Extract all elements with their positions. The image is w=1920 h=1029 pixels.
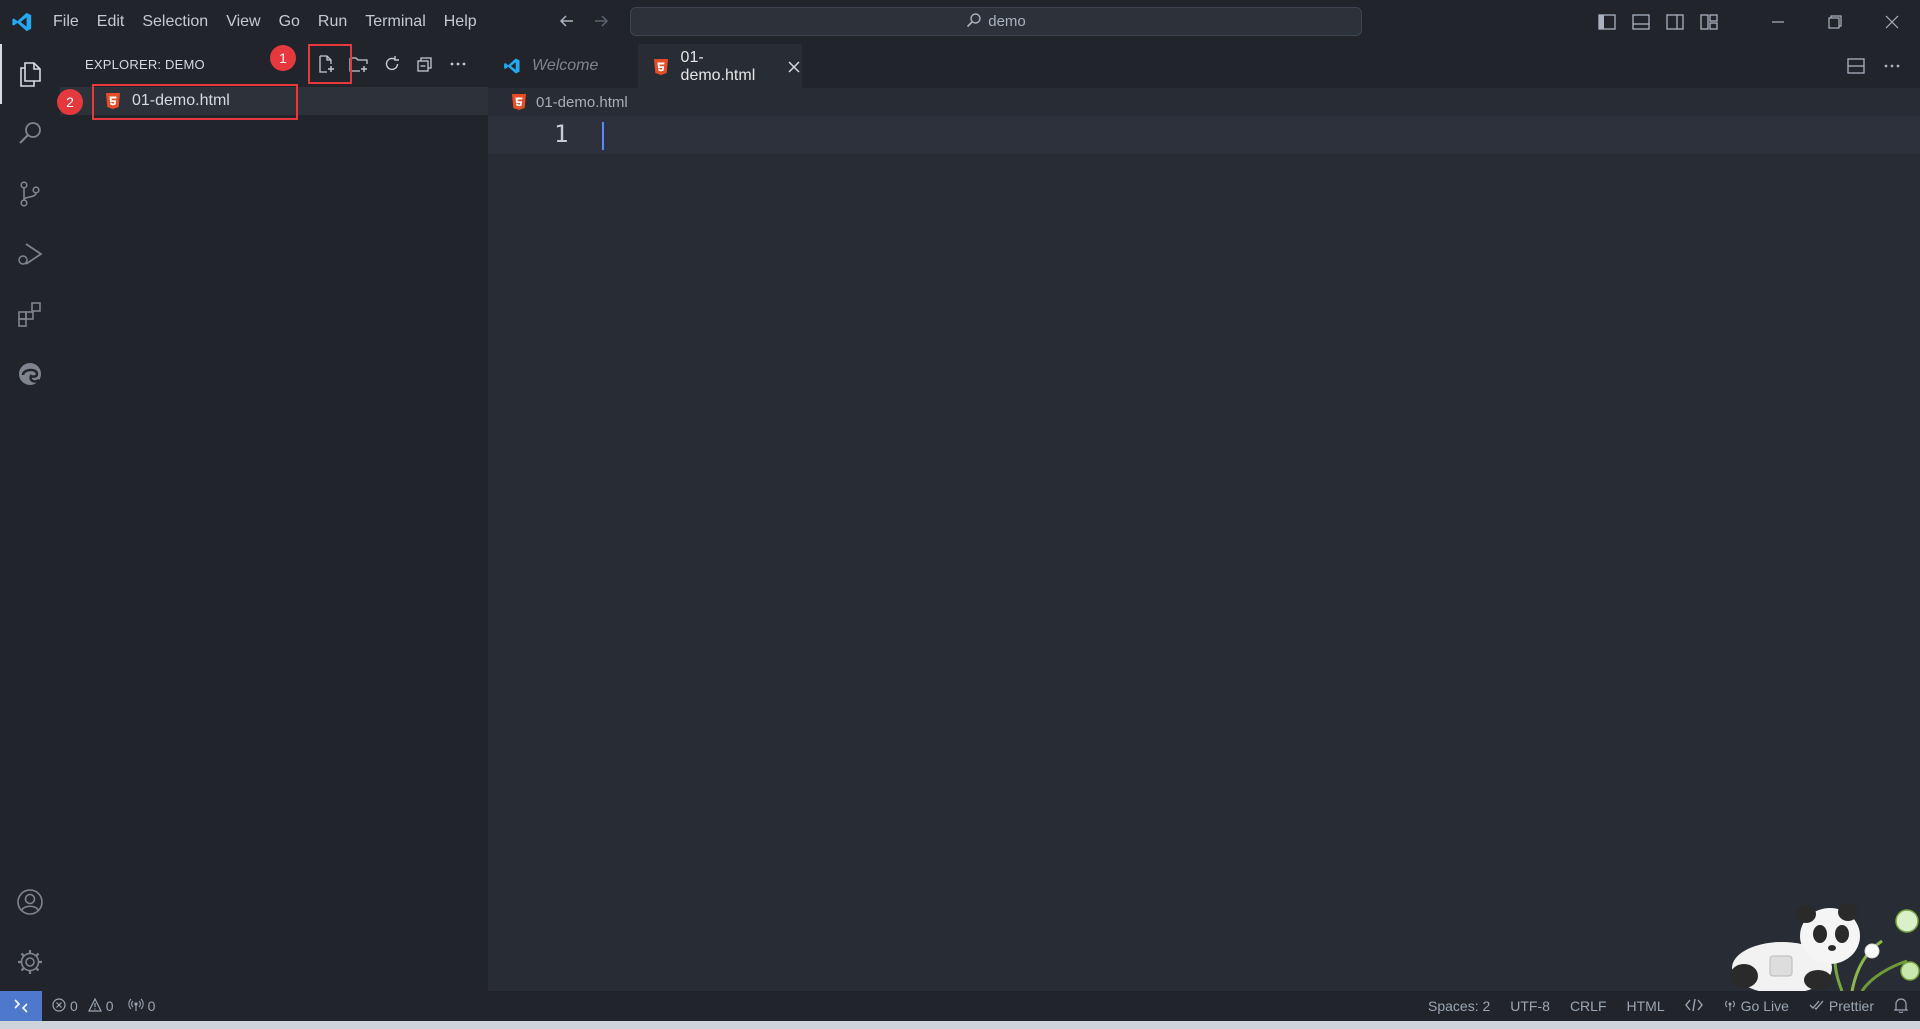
warning-count: 0 (105, 998, 114, 1014)
explorer-sidebar: EXPLORER: DEMO 01-demo.html (60, 44, 488, 991)
tab-label: Welcome (532, 57, 599, 74)
edge-devtools-icon[interactable] (0, 344, 60, 404)
menu-bar: File Edit Selection View Go Run Terminal… (44, 0, 486, 44)
accounts-icon[interactable] (0, 872, 60, 932)
search-icon[interactable] (0, 104, 60, 164)
command-center-label: demo (988, 13, 1026, 30)
customize-layout-icon[interactable] (1699, 12, 1719, 32)
split-editor-icon[interactable] (1846, 56, 1866, 76)
close-tab-icon[interactable] (785, 58, 802, 76)
run-debug-icon[interactable] (0, 224, 60, 284)
prettier-label: Prettier (1828, 998, 1874, 1014)
double-check-icon (1809, 998, 1825, 1014)
search-icon (966, 12, 982, 32)
tab-welcome[interactable]: Welcome (488, 44, 638, 88)
status-bar: 0 0 0 Spaces: 2 UTF-8 CRLF HTML Go Live … (0, 991, 1920, 1021)
tab-label: 01-demo.html (680, 48, 756, 84)
collapse-all-icon[interactable] (414, 53, 435, 74)
highlight-file-box (92, 84, 298, 120)
explorer-icon[interactable] (0, 44, 60, 104)
command-center[interactable]: demo (630, 7, 1362, 36)
explorer-title: EXPLORER: DEMO (85, 57, 205, 72)
menu-view[interactable]: View (217, 0, 269, 44)
warning-icon (87, 997, 102, 1015)
settings-gear-icon[interactable] (0, 932, 60, 992)
language-mode-status[interactable]: HTML (1627, 998, 1665, 1014)
more-actions-icon[interactable] (1882, 56, 1902, 76)
go-live-button[interactable]: Go Live (1723, 998, 1789, 1015)
editor-tab-bar: Welcome 01-demo.html (488, 44, 1920, 88)
text-cursor (602, 122, 604, 150)
go-live-label: Go Live (1740, 998, 1789, 1014)
minimize-icon[interactable] (1749, 0, 1806, 44)
menu-selection[interactable]: Selection (133, 0, 217, 44)
ports-indicator[interactable]: 0 (127, 998, 156, 1015)
tab-01-demo-html[interactable]: 01-demo.html (638, 44, 802, 88)
notifications-bell-icon[interactable] (1893, 997, 1909, 1016)
restore-icon[interactable] (1806, 0, 1863, 44)
html-file-icon (510, 93, 528, 111)
code-editor[interactable]: 1 (488, 116, 1920, 991)
menu-file[interactable]: File (44, 0, 88, 44)
activity-bar (0, 44, 60, 991)
remote-indicator-icon[interactable] (0, 991, 42, 1021)
code-brackets-icon[interactable] (1684, 998, 1703, 1015)
more-actions-icon[interactable] (447, 53, 468, 74)
title-bar-controls (1597, 0, 1920, 44)
line-number: 1 (554, 120, 569, 148)
breadcrumb[interactable]: 01-demo.html (488, 88, 1920, 116)
taskbar-edge (0, 1021, 1920, 1029)
html-file-icon (652, 57, 671, 77)
menu-terminal[interactable]: Terminal (356, 0, 434, 44)
broadcast-icon (127, 998, 144, 1015)
source-control-icon[interactable] (0, 164, 60, 224)
close-window-icon[interactable] (1863, 0, 1920, 44)
breadcrumb-label: 01-demo.html (536, 93, 628, 111)
title-bar: File Edit Selection View Go Run Terminal… (0, 0, 1920, 44)
annotation-badge-2: 2 (57, 89, 83, 115)
ports-count: 0 (147, 998, 156, 1014)
panda-mascot-image (1722, 896, 1920, 996)
menu-go[interactable]: Go (270, 0, 309, 44)
highlight-new-file-box (308, 44, 352, 84)
editor-actions (1846, 56, 1902, 76)
problems-indicator[interactable]: 0 0 (52, 997, 114, 1015)
refresh-icon[interactable] (381, 53, 402, 74)
toggle-primary-sidebar-icon[interactable] (1597, 12, 1617, 32)
vscode-logo-icon (502, 56, 522, 76)
error-count: 0 (70, 998, 78, 1014)
menu-help[interactable]: Help (435, 0, 486, 44)
navigation-arrows (556, 10, 612, 32)
vscode-logo-icon (0, 0, 44, 44)
back-arrow-icon[interactable] (556, 10, 578, 32)
encoding-status[interactable]: UTF-8 (1510, 998, 1550, 1014)
extensions-icon[interactable] (0, 284, 60, 344)
current-line-highlight (488, 116, 1920, 154)
toggle-secondary-sidebar-icon[interactable] (1665, 12, 1685, 32)
indentation-status[interactable]: Spaces: 2 (1428, 998, 1490, 1014)
menu-edit[interactable]: Edit (88, 0, 134, 44)
forward-arrow-icon[interactable] (590, 10, 612, 32)
annotation-badge-1: 1 (270, 45, 296, 71)
error-icon (52, 997, 66, 1015)
eol-status[interactable]: CRLF (1570, 998, 1607, 1014)
broadcast-icon (1723, 998, 1737, 1015)
prettier-status[interactable]: Prettier (1809, 998, 1874, 1014)
menu-run[interactable]: Run (309, 0, 356, 44)
toggle-panel-icon[interactable] (1631, 12, 1651, 32)
